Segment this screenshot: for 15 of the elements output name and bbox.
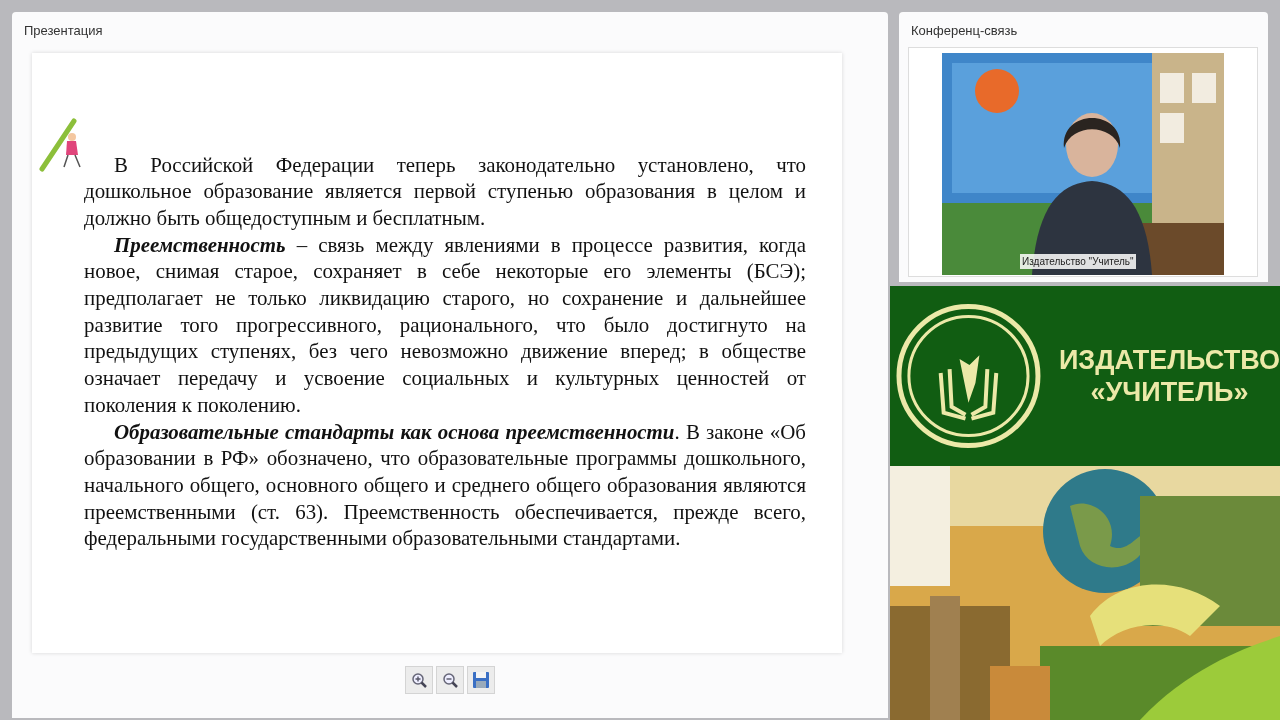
pencil-girl-icon bbox=[38, 116, 84, 173]
save-icon bbox=[472, 670, 490, 689]
slide-paragraph: Преемственность – связь между явлениями в процессе развития, когда новое, снимая старое, сохраняет в себе некоторые его элементы (БСЭ); предполагает не только ликвидацию старого, но сохранение и дальнейшее развитие того прогрессивного, рационального, что было достигнуто на предыдущих ступенях, без чего невозможно движение вперед; в обществе означает передачу и усвоение социальных и культурных ценностей от поколения к поколению. bbox=[84, 231, 806, 419]
book-emblem-icon bbox=[896, 303, 1041, 449]
zoom-in-icon bbox=[410, 670, 428, 689]
save-button[interactable] bbox=[467, 665, 495, 694]
zoom-out-icon bbox=[441, 670, 459, 689]
publisher-name: «УЧИТЕЛЬ» bbox=[1090, 376, 1249, 408]
panel-title: Презентация bbox=[24, 22, 103, 40]
panel-title: Конференц-связь bbox=[911, 22, 1018, 40]
slide-paragraph: Образовательные стандарты как основа преемственности. В законе «Об образовании в РФ» обозначено, что образовательные программы дошкольного, начального общего, основного общего и среднего общего образования являются преемственными (ст. 63). Преемственность обеспечивается, прежде всего, федеральными государственными образовательными стандартами. bbox=[84, 418, 806, 553]
zoom-out-button[interactable] bbox=[436, 665, 464, 694]
slide-paragraph: В Российской Федерации теперь законодательно установлено, что дошкольное образование является первой ступенью образования в целом и должно быть общедоступным и бесплатным. bbox=[84, 151, 806, 232]
zoom-in-button[interactable] bbox=[405, 665, 433, 694]
publisher-name: ИЗДАТЕЛЬСТВО bbox=[1058, 344, 1280, 376]
